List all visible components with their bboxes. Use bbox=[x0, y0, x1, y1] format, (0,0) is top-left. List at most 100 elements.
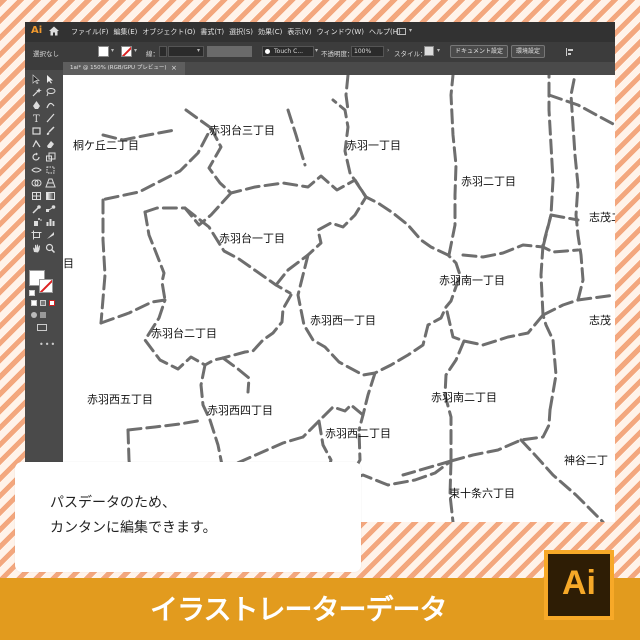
chevron-right-icon[interactable]: › bbox=[387, 47, 389, 54]
home-icon[interactable] bbox=[48, 25, 60, 37]
map-label-kamiya-2[interactable]: 神谷二丁 bbox=[564, 452, 608, 468]
stroke-label: 線： bbox=[146, 50, 159, 58]
magic-wand-icon[interactable] bbox=[31, 87, 42, 97]
map-label-akabanenishi-5[interactable]: 赤羽西五丁目 bbox=[87, 391, 153, 407]
map-label-akabanenishi-1[interactable]: 赤羽西一丁目 bbox=[310, 312, 376, 328]
type-tool-icon[interactable]: T bbox=[31, 113, 42, 123]
map-label-akabaneminami-2[interactable]: 赤羽南二丁目 bbox=[431, 389, 497, 405]
map-label-akabanenishi-2[interactable]: 赤羽西二丁目 bbox=[325, 425, 391, 441]
menu-select[interactable]: 選択(S) bbox=[229, 27, 253, 37]
direct-selection-tool-icon[interactable] bbox=[45, 74, 56, 84]
map-boundaries bbox=[99, 75, 615, 522]
style-label: スタイル： bbox=[394, 50, 427, 58]
caption-line-2: カンタンに編集できます。 bbox=[50, 520, 217, 536]
chevron-down-icon[interactable]: ▾ bbox=[315, 47, 318, 54]
stroke-weight-stepper[interactable] bbox=[159, 46, 167, 57]
draw-mode-icon[interactable] bbox=[31, 312, 37, 318]
document-settings-button[interactable]: ドキュメント設定 bbox=[450, 45, 509, 58]
opacity-label[interactable]: 不透明度： bbox=[321, 48, 354, 58]
mesh-tool-icon[interactable] bbox=[31, 191, 42, 201]
close-icon[interactable]: × bbox=[171, 62, 177, 75]
shape-builder-icon[interactable] bbox=[31, 178, 42, 188]
tools-panel-header[interactable] bbox=[25, 62, 63, 70]
gradient-tool-icon[interactable] bbox=[45, 191, 56, 201]
align-icon[interactable] bbox=[565, 47, 575, 57]
color-mode-icon[interactable] bbox=[31, 300, 37, 306]
menu-effect[interactable]: 効果(C) bbox=[258, 27, 282, 37]
caption-box: パスデータのため、 カンタンに編集できます。 bbox=[15, 462, 361, 572]
screen-mode-icon[interactable] bbox=[37, 324, 47, 331]
workspace-icon[interactable] bbox=[397, 28, 406, 35]
banner-title: イラストレーターデータ bbox=[150, 593, 447, 626]
selection-status: 選択なし bbox=[33, 50, 59, 58]
menu-window[interactable]: ウィンドウ(W) bbox=[317, 27, 364, 37]
eyedropper-icon[interactable] bbox=[31, 204, 42, 214]
selection-tool-icon[interactable] bbox=[31, 74, 42, 84]
blend-tool-icon[interactable] bbox=[45, 204, 56, 214]
illustrator-window: Ai ファイル(F) 編集(E) オブジェクト(O) 書式(T) 選択(S) 効… bbox=[25, 22, 615, 522]
svg-text:T: T bbox=[33, 114, 40, 123]
chevron-down-icon[interactable]: ▾ bbox=[437, 47, 440, 54]
free-transform-icon[interactable] bbox=[45, 165, 56, 175]
variable-width-profile[interactable] bbox=[207, 46, 252, 57]
map-label-akabane-2[interactable]: 赤羽二丁目 bbox=[461, 173, 516, 189]
map-label-akabaneminami-1[interactable]: 赤羽南一丁目 bbox=[439, 272, 505, 288]
map-label-kirigaoka-2[interactable]: 桐ケ丘二丁目 bbox=[73, 137, 139, 153]
map-label-partial: 目 bbox=[63, 257, 74, 270]
map-label-shimo-2[interactable]: 志茂二丁 bbox=[589, 209, 615, 225]
line-tool-icon[interactable] bbox=[45, 113, 56, 123]
paintbrush-icon[interactable] bbox=[45, 126, 56, 136]
slice-tool-icon[interactable] bbox=[45, 230, 56, 240]
menu-file[interactable]: ファイル(F) bbox=[71, 27, 109, 37]
perspective-grid-icon[interactable] bbox=[45, 178, 56, 188]
lasso-icon[interactable] bbox=[45, 87, 56, 97]
style-swatch[interactable] bbox=[424, 46, 434, 56]
brush-dot-icon bbox=[265, 49, 270, 54]
stroke-swatch[interactable] bbox=[121, 46, 132, 57]
chevron-down-icon[interactable]: ▾ bbox=[134, 47, 137, 54]
eraser-icon[interactable] bbox=[45, 139, 56, 149]
menu-view[interactable]: 表示(V) bbox=[287, 27, 311, 37]
zoom-tool-icon[interactable] bbox=[45, 243, 56, 253]
opacity-field[interactable]: 100% bbox=[351, 46, 384, 57]
none-mode-icon[interactable] bbox=[49, 300, 55, 306]
chevron-down-icon[interactable]: ▾ bbox=[409, 27, 412, 34]
symbol-sprayer-icon[interactable] bbox=[31, 217, 42, 227]
map-label-akabane-1[interactable]: 赤羽一丁目 bbox=[346, 137, 401, 153]
map-label-higashijujo-6[interactable]: 東十条六丁目 bbox=[449, 485, 515, 501]
map-label-akabanenishi-4[interactable]: 赤羽西四丁目 bbox=[207, 402, 273, 418]
map-label-akabanedai-3[interactable]: 赤羽台三丁目 bbox=[209, 122, 275, 138]
artboard-tool-icon[interactable] bbox=[31, 230, 42, 240]
hand-tool-icon[interactable] bbox=[31, 243, 42, 253]
menu-type[interactable]: 書式(T) bbox=[200, 27, 224, 37]
menu-bar: Ai ファイル(F) 編集(E) オブジェクト(O) 書式(T) 選択(S) 効… bbox=[25, 22, 615, 42]
document-tab[interactable]: 1ai* @ 150% (RGB/GPU プレビュー) × bbox=[63, 62, 185, 75]
scale-tool-icon[interactable] bbox=[45, 152, 56, 162]
control-bar: 選択なし ▾ ▾ 線： ▾ Touch C... ▾ 不透明度： 100% › … bbox=[25, 42, 615, 62]
width-tool-icon[interactable] bbox=[31, 165, 42, 175]
preferences-button[interactable]: 環境設定 bbox=[511, 45, 546, 58]
map-label-akabanedai-2[interactable]: 赤羽台二丁目 bbox=[151, 325, 217, 341]
more-tools-icon[interactable]: ••• bbox=[39, 340, 56, 349]
tools-panel: T ••• bbox=[25, 62, 63, 522]
app-logo: Ai bbox=[31, 25, 43, 36]
map-label-shimo[interactable]: 志茂 bbox=[589, 312, 611, 328]
gradient-mode-icon[interactable] bbox=[40, 300, 46, 306]
chevron-down-icon[interactable]: ▾ bbox=[197, 47, 200, 54]
rotate-tool-icon[interactable] bbox=[31, 152, 42, 162]
drawing-mode-inside-icon[interactable] bbox=[40, 312, 46, 318]
chevron-down-icon[interactable]: ▾ bbox=[111, 47, 114, 54]
graph-tool-icon[interactable] bbox=[45, 217, 56, 227]
default-colors-icon[interactable] bbox=[29, 290, 35, 296]
curvature-tool-icon[interactable] bbox=[45, 100, 56, 110]
map-label-akabanedai-1[interactable]: 赤羽台一丁目 bbox=[219, 230, 285, 246]
stroke-color-box[interactable] bbox=[39, 279, 53, 293]
brush-name: Touch C... bbox=[274, 48, 304, 55]
menu-edit[interactable]: 編集(E) bbox=[114, 27, 138, 37]
fill-swatch[interactable] bbox=[98, 46, 109, 57]
shaper-tool-icon[interactable] bbox=[31, 139, 42, 149]
pen-tool-icon[interactable] bbox=[31, 100, 42, 110]
menu-object[interactable]: オブジェクト(O) bbox=[142, 27, 195, 37]
rectangle-tool-icon[interactable] bbox=[31, 126, 42, 136]
artboard-canvas[interactable]: 桐ケ丘二丁目 赤羽台三丁目 赤羽一丁目 赤羽二丁目 志茂二丁 赤羽台一丁目 赤羽… bbox=[63, 75, 615, 522]
